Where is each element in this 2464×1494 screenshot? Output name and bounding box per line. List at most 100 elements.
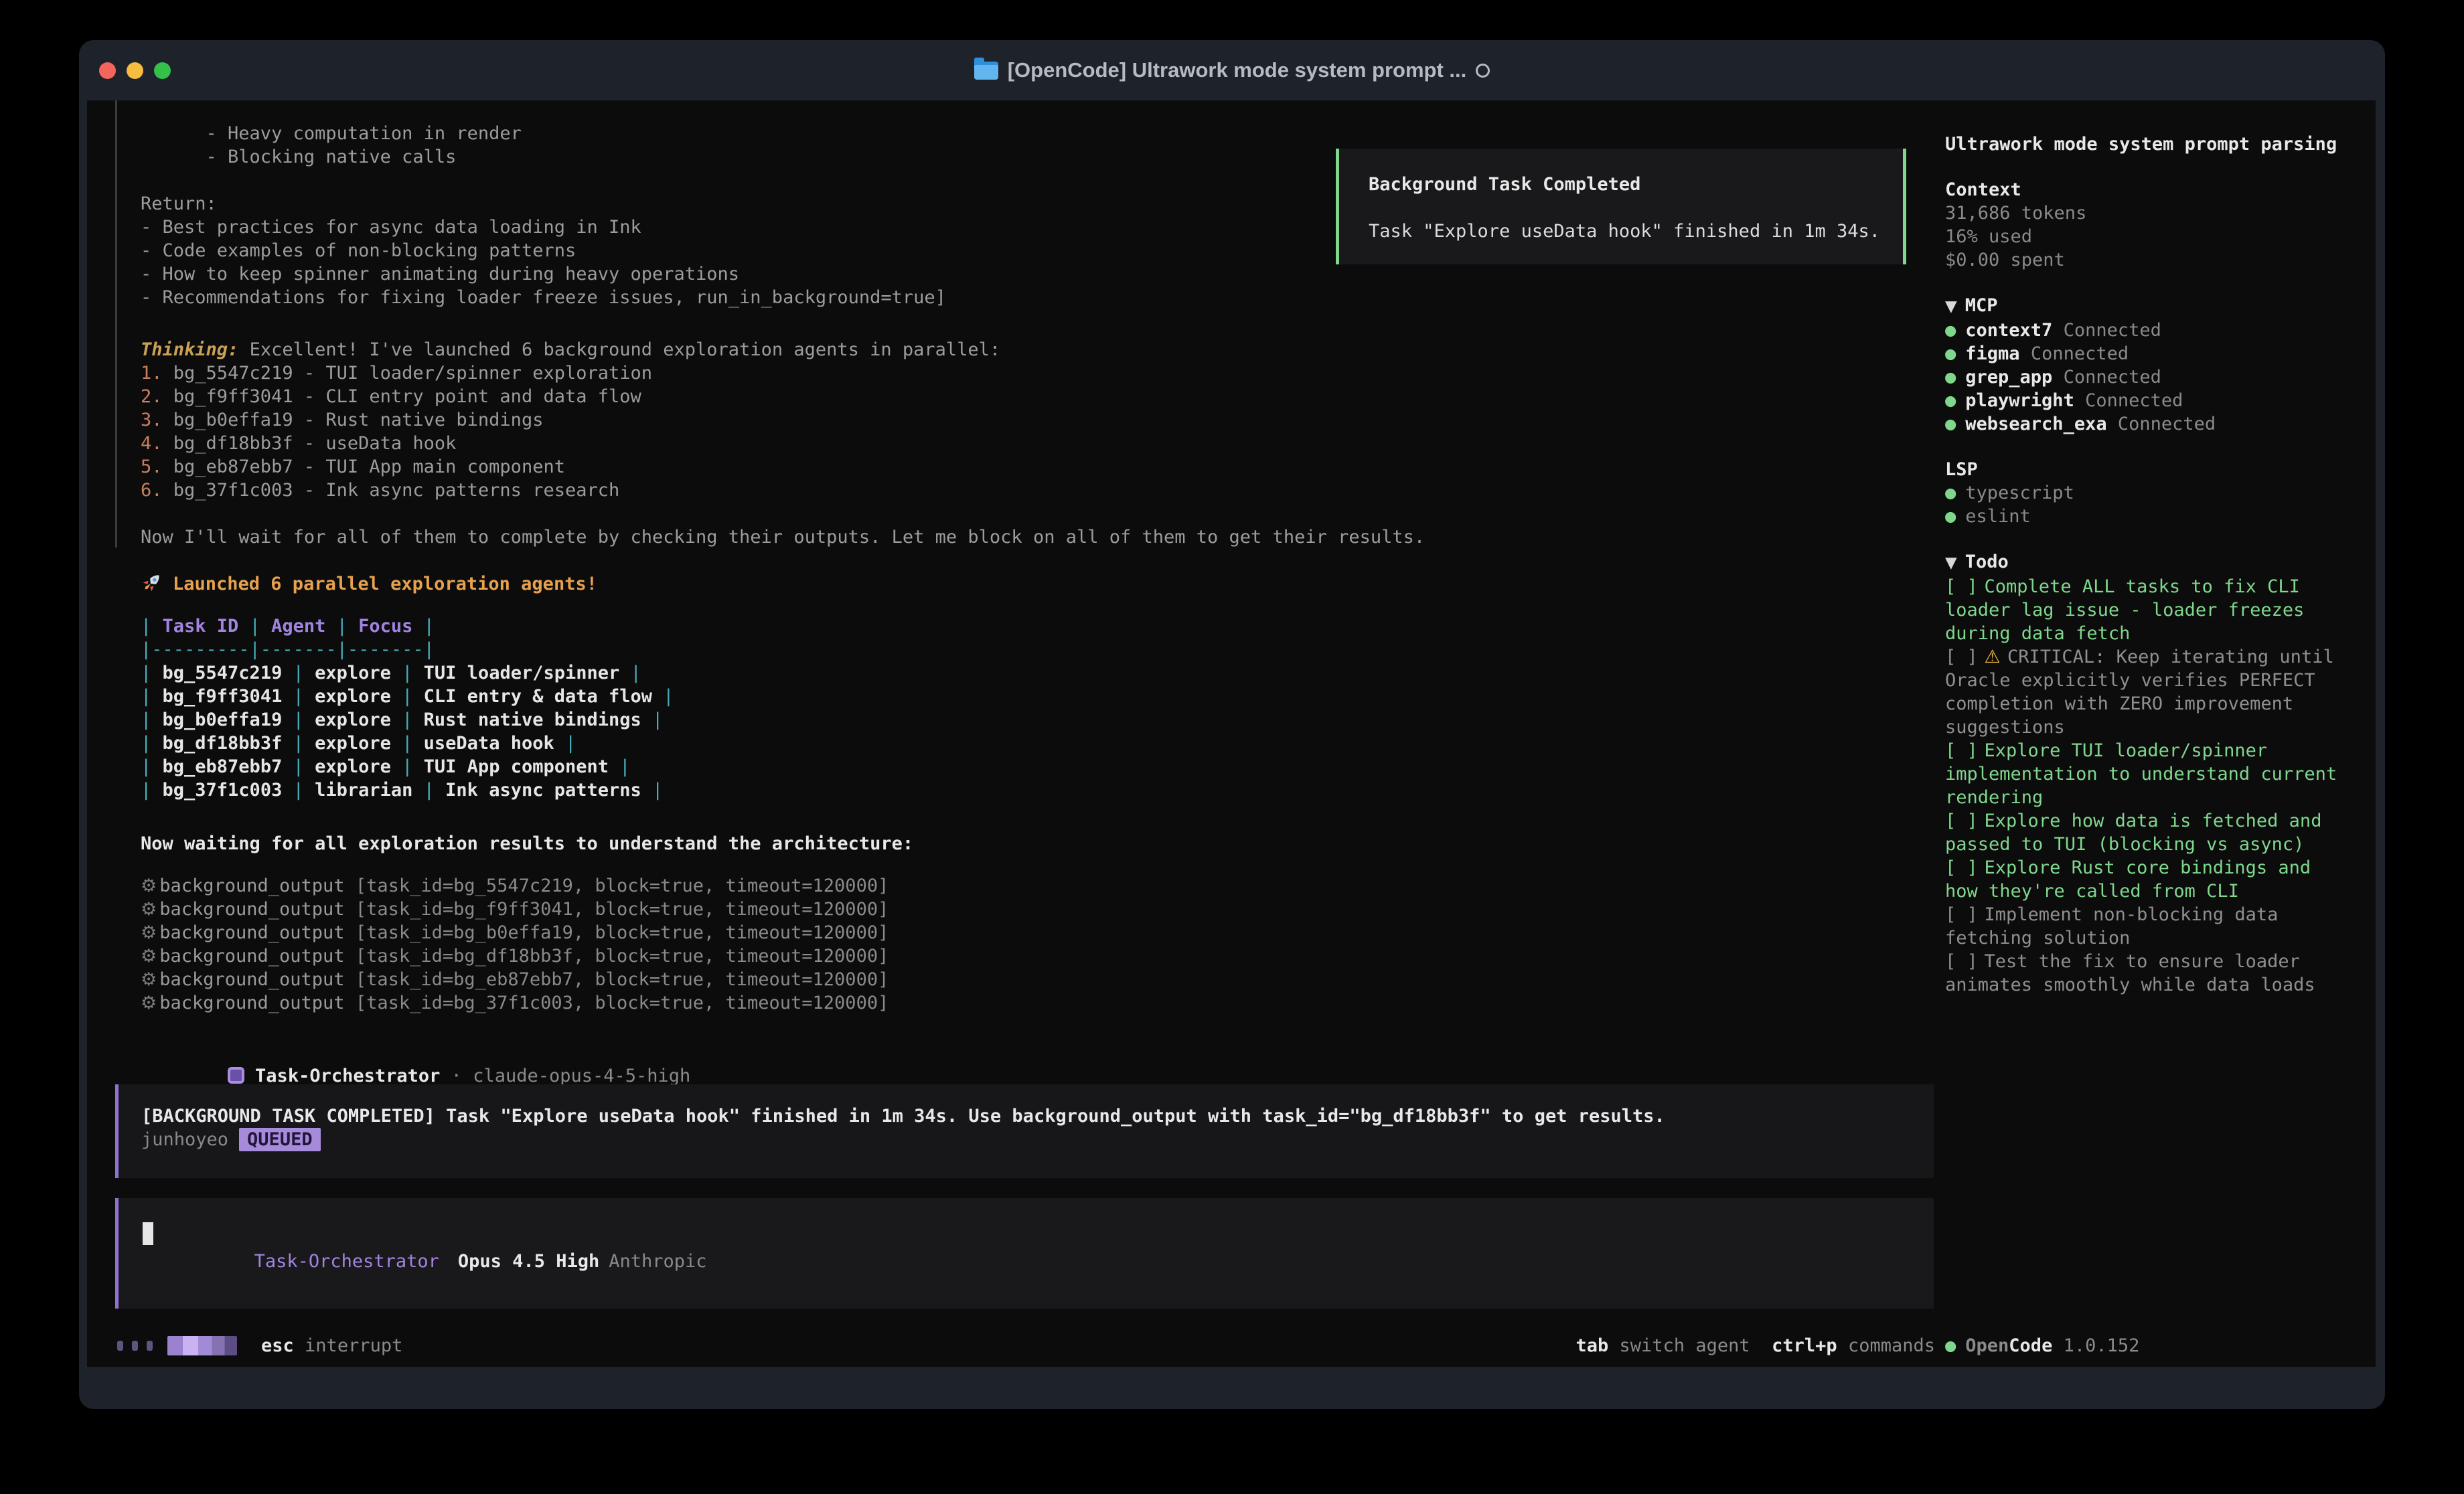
list-item: 1.bg_5547c219 - TUI loader/spinner explo… [141,361,1425,385]
todo-item: [ ]⚠CRITICAL: Keep iterating until Oracl… [1945,645,2354,739]
status-dot-icon: ● [1945,1335,1956,1356]
folder-icon [974,62,998,80]
model-name: claude-opus-4-5-high [473,1066,690,1086]
active-model: Opus 4.5 High [458,1251,599,1272]
list-item: 5.bg_eb87ebb7 - TUI App main component [141,455,1425,479]
ctrlp-key-hint: ctrl+p [1772,1335,1837,1356]
status-dot-icon: ● [1945,343,1956,364]
launch-banner: Launched 6 parallel exploration agents! [141,571,597,596]
list-item: 2.bg_f9ff3041 - CLI entry point and data… [141,385,1425,408]
lsp-heading: LSP [1945,458,2354,481]
todo-item: [ ]Explore Rust core bindings and how th… [1945,856,2354,903]
tool-call: ⚙background_output [task_id=bg_f9ff3041,… [141,898,889,921]
toast-body: Task "Explore useData hook" finished in … [1369,220,1903,243]
active-agent: Task-Orchestrator [254,1251,439,1272]
warning-icon: ⚠ [1985,647,2001,667]
thinking-block-border [115,100,117,548]
table-separator-row: |---------|-------|-------| [141,638,674,661]
mcp-section: ▼ MCP ●context7 Connected ●figma Connecte… [1945,294,2354,436]
status-dot-icon: ● [1945,483,1956,503]
statusbar-left: esc interrupt [117,1334,402,1357]
window-controls [99,40,171,100]
tool-call: ⚙background_output [task_id=bg_5547c219,… [141,874,889,898]
username: junhoyeo [141,1129,228,1150]
window-title: [OpenCode] Ultrawork mode system prompt … [1008,58,1467,82]
lsp-section: LSP ●typescript ●eslint [1945,458,2354,528]
mcp-heading: MCP [1965,295,1998,316]
zoom-window-button[interactable] [154,62,171,79]
ctrlp-action-label: commands [1848,1335,1935,1356]
session-sidebar: Ultrawork mode system prompt parsing Con… [1945,100,2374,1367]
tool-call: ⚙background_output [task_id=bg_b0effa19,… [141,921,889,944]
context-used: 16% used [1945,225,2354,248]
thinking-intro: Excellent! I've launched 6 background ex… [238,339,1000,360]
terminal-content: - Heavy computation in render - Blocking… [87,100,2376,1367]
app-version: ●OpenCode 1.0.152 [1945,1334,2139,1357]
table-row: |bg_f9ff3041|explore|CLI entry & data fl… [141,685,674,708]
gear-icon: ⚙ [141,946,157,967]
mcp-item: ●figma Connected [1945,342,2354,365]
todo-item: [ ]Explore how data is fetched and passe… [1945,809,2354,856]
context-spent: $0.00 spent [1945,248,2354,272]
prompt-input-area[interactable]: Task-Orchestrator Opus 4.5 High Anthropic [115,1198,1934,1309]
todo-item: [ ]Complete ALL tasks to fix CLI loader … [1945,575,2354,645]
tool-result-text: - Heavy computation in render - Blocking… [141,122,946,309]
toast-title: Background Task Completed [1369,173,1903,196]
spinner-dots-icon [117,1341,153,1351]
progress-spinner-icon [167,1336,237,1355]
list-item: 6.bg_37f1c003 - Ink async patterns resea… [141,479,1425,502]
table-header-row: |Task ID|Agent|Focus| [141,614,674,638]
gear-icon: ⚙ [141,969,157,990]
esc-key-hint: esc [261,1334,294,1357]
lsp-item: ●eslint [1945,505,2354,528]
gear-icon: ⚙ [141,922,157,943]
gear-icon: ⚙ [141,993,157,1013]
chevron-down-icon[interactable]: ▼ [1945,298,1957,315]
tab-action-label: switch agent [1620,1335,1750,1356]
mcp-item: ●grep_app Connected [1945,365,2354,389]
minimize-window-button[interactable] [127,62,143,79]
tool-call: ⚙background_output [task_id=bg_37f1c003,… [141,991,889,1015]
waiting-line: Now waiting for all exploration results … [141,832,913,855]
thinking-block: Thinking: Excellent! I've launched 6 bac… [141,338,1425,549]
table-row: |bg_df18bb3f|explore|useData hook| [141,732,674,755]
list-item: 4.bg_df18bb3f - useData hook [141,432,1425,455]
tool-call-list: ⚙background_output [task_id=bg_5547c219,… [141,874,889,1015]
mcp-item: ●context7 Connected [1945,319,2354,342]
context-heading: Context [1945,178,2354,201]
context-tokens: 31,686 tokens [1945,201,2354,225]
status-dot-icon: ● [1945,390,1956,411]
status-dot-icon: ● [1945,414,1956,434]
gear-icon: ⚙ [141,876,157,896]
table-row: |bg_eb87ebb7|explore|TUI App component| [141,755,674,778]
chevron-down-icon[interactable]: ▼ [1945,554,1957,572]
close-window-button[interactable] [99,62,116,79]
todo-item: [ ]Explore TUI loader/spinner implementa… [1945,739,2354,809]
table-row: |bg_b0effa19|explore|Rust native binding… [141,708,674,732]
gear-icon: ⚙ [141,899,157,920]
status-dot-icon: ● [1945,320,1956,341]
session-title: Ultrawork mode system prompt parsing [1945,133,2354,156]
model-provider: Anthropic [609,1251,706,1272]
notification-toast[interactable]: Background Task Completed Task "Explore … [1336,149,1906,264]
mcp-item: ●playwright Connected [1945,389,2354,412]
status-circle-icon [1476,64,1490,78]
todo-section: ▼ Todo [ ]Complete ALL tasks to fix CLI l… [1945,550,2354,997]
rocket-icon [141,571,163,594]
task-table: |Task ID|Agent|Focus| |---------|-------… [141,614,674,802]
input-footer: Task-Orchestrator Opus 4.5 High Anthropic [145,1226,707,1297]
tool-call: ⚙background_output [task_id=bg_eb87ebb7,… [141,968,889,991]
agent-badge-icon [228,1067,244,1084]
esc-action-label: interrupt [305,1334,402,1357]
todo-item: [ ]Implement non-blocking data fetching … [1945,903,2354,950]
terminal-window: [OpenCode] Ultrawork mode system prompt … [79,40,2385,1409]
todo-item: [ ]Test the fix to ensure loader animate… [1945,950,2354,997]
window-titlebar[interactable]: [OpenCode] Ultrawork mode system prompt … [79,40,2385,100]
status-dot-icon: ● [1945,506,1956,527]
statusbar-right: tab switch agent ctrl+p commands [1576,1334,1936,1357]
lsp-item: ●typescript [1945,481,2354,505]
agent-name: Task-Orchestrator [255,1066,440,1086]
tab-key-hint: tab [1576,1335,1609,1356]
todo-heading: Todo [1965,552,2009,572]
status-badge: QUEUED [239,1128,321,1151]
